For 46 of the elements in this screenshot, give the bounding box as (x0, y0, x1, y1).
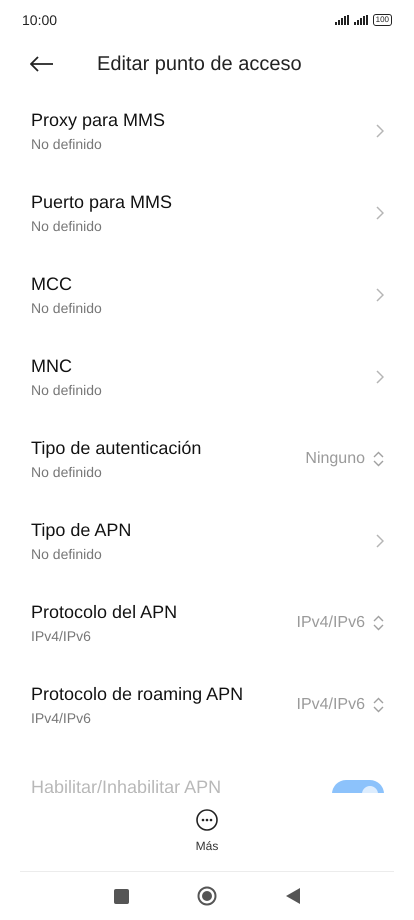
battery-indicator: 100 (372, 14, 392, 26)
setting-title: Protocolo del APN (31, 601, 178, 624)
setting-row[interactable]: Protocolo de roaming APN IPv4/IPv6 IPv4/IPv6 (0, 664, 414, 746)
setting-row[interactable]: Puerto para MMS No definido (0, 172, 414, 254)
up-down-icon (373, 697, 384, 713)
recents-icon[interactable] (114, 888, 130, 904)
more-icon[interactable] (196, 809, 218, 831)
setting-row[interactable]: Tipo de APN No definido (0, 500, 414, 582)
chevron-right-icon (376, 124, 384, 138)
setting-title: MCC (31, 273, 73, 296)
setting-row[interactable]: MNC No definido (0, 336, 414, 418)
setting-row[interactable]: Tipo de autenticación No definido Ninguno (0, 418, 414, 500)
setting-title: Proxy para MMS (31, 109, 166, 132)
setting-title: Habilitar/Inhabilitar APN (31, 776, 222, 793)
home-icon[interactable] (197, 886, 218, 906)
setting-subtitle: IPv4/IPv6 (31, 709, 92, 728)
setting-subtitle: No definido (31, 299, 102, 318)
setting-title: Tipo de APN (31, 519, 132, 542)
signal-icon (334, 15, 369, 25)
up-down-icon (373, 615, 384, 631)
setting-title: MNC (31, 355, 73, 378)
back-icon[interactable] (286, 888, 300, 904)
setting-subtitle: No definido (31, 381, 102, 400)
setting-row[interactable]: MCC No definido (0, 254, 414, 336)
setting-row[interactable]: Proxy para MMS No definido (0, 90, 414, 172)
status-time: 10:00 (22, 10, 58, 30)
back-arrow-icon[interactable] (30, 56, 54, 72)
setting-title: Tipo de autenticación (31, 437, 202, 460)
setting-subtitle: No definido (31, 217, 103, 236)
setting-title: Protocolo de roaming APN (31, 683, 244, 706)
more-label: Más (196, 838, 218, 855)
setting-subtitle: No definido (31, 463, 103, 482)
chevron-right-icon (376, 534, 384, 548)
chevron-right-icon (376, 370, 384, 384)
up-down-icon (373, 451, 384, 467)
page-title: Editar punto de acceso (97, 52, 302, 77)
chevron-right-icon (376, 206, 384, 220)
setting-value: IPv4/IPv6 (296, 695, 365, 715)
setting-value: Ninguno (305, 449, 365, 469)
setting-title: Puerto para MMS (31, 191, 172, 214)
setting-subtitle: IPv4/IPv6 (31, 627, 92, 646)
setting-value: IPv4/IPv6 (296, 613, 365, 633)
setting-subtitle: No definido (31, 135, 103, 154)
setting-subtitle: No definido (31, 545, 103, 564)
setting-row[interactable]: Protocolo del APN IPv4/IPv6 IPv4/IPv6 (0, 582, 414, 664)
chevron-right-icon (376, 288, 384, 302)
